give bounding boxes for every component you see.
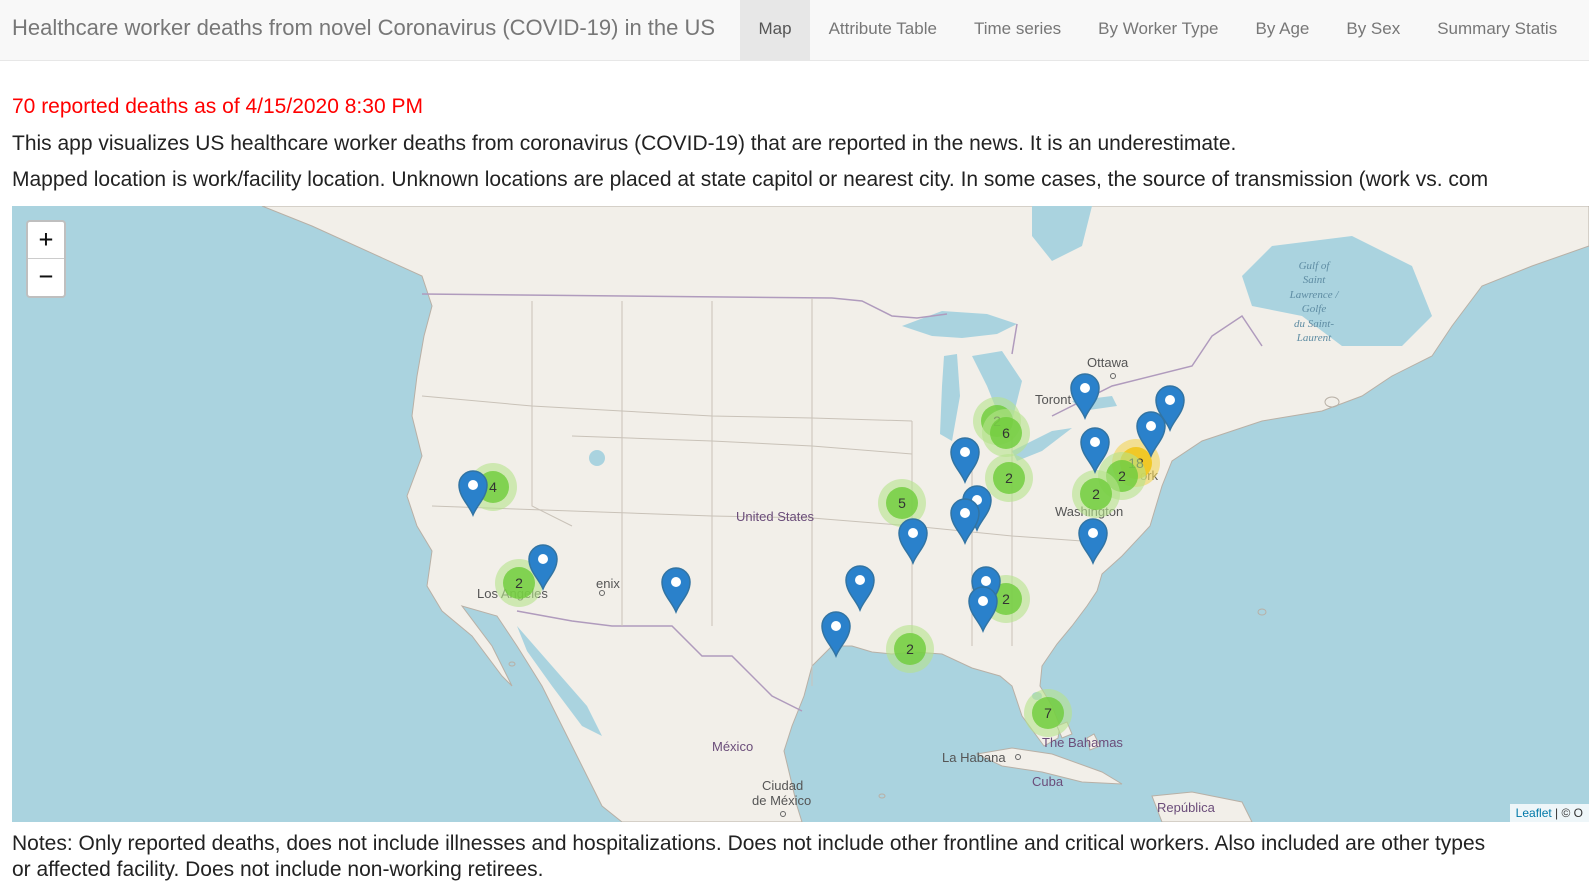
zoom-control: + − xyxy=(26,220,66,298)
label-ottawa: Ottawa xyxy=(1087,355,1129,370)
tab-map[interactable]: Map xyxy=(740,0,811,60)
tab-attribute-table[interactable]: Attribute Table xyxy=(810,0,955,60)
svg-text:2: 2 xyxy=(1118,468,1126,484)
tab-by-sex[interactable]: By Sex xyxy=(1328,0,1419,60)
svg-text:7: 7 xyxy=(1044,705,1052,721)
attribution-copyright: | © O xyxy=(1551,806,1583,820)
label-bahamas: The Bahamas xyxy=(1042,735,1123,750)
label-gulf-3: Lawrence / xyxy=(1289,289,1340,301)
label-cuba: Cuba xyxy=(1032,774,1064,789)
label-republica: República xyxy=(1157,800,1216,815)
tab-by-age[interactable]: By Age xyxy=(1237,0,1328,60)
app-title[interactable]: Healthcare worker deaths from novel Coro… xyxy=(12,15,715,41)
svg-text:2: 2 xyxy=(1092,486,1100,502)
notes-text: Notes: Only reported deaths, does not in… xyxy=(12,832,1486,855)
label-united-states: United States xyxy=(736,509,815,524)
label-de-mexico: de México xyxy=(752,793,811,808)
cluster-florida[interactable]: 7 xyxy=(1024,689,1072,737)
svg-text:2: 2 xyxy=(515,575,523,591)
deaths-count-alert: 70 reported deaths as of 4/15/2020 8:30 … xyxy=(12,95,423,118)
leaflet-map[interactable]: Ottawa Toront ork Washington United Stat… xyxy=(12,206,1589,822)
cluster-maryland[interactable]: 2 xyxy=(1072,470,1120,518)
label-gulf-2: Saint xyxy=(1303,274,1327,286)
leaflet-link[interactable]: Leaflet xyxy=(1516,806,1552,820)
svg-text:2: 2 xyxy=(1002,591,1010,607)
notes-text-continued: or affected facility. Does not include n… xyxy=(12,858,544,881)
svg-text:2: 2 xyxy=(906,641,914,657)
nav-tabs: Map Attribute Table Time series By Worke… xyxy=(740,0,1576,60)
mapped-location-note: Mapped location is work/facility locatio… xyxy=(12,168,1489,191)
tab-by-worker-type[interactable]: By Worker Type xyxy=(1080,0,1237,60)
tab-time-series[interactable]: Time series xyxy=(955,0,1079,60)
map-tiles: Ottawa Toront ork Washington United Stat… xyxy=(261,206,1589,822)
label-gulf-4: Golfe xyxy=(1302,303,1327,315)
svg-text:5: 5 xyxy=(898,495,906,511)
tab-summary-statistics[interactable]: Summary Statis xyxy=(1419,0,1576,60)
svg-text:6: 6 xyxy=(1002,425,1010,441)
label-ciudad: Ciudad xyxy=(762,778,803,793)
map-attribution: Leaflet | © O xyxy=(1509,804,1589,822)
label-gulf-5: du Saint- xyxy=(1294,318,1334,330)
zoom-in-button[interactable]: + xyxy=(28,222,64,258)
island-3 xyxy=(878,793,886,799)
cluster-new-orleans[interactable]: 2 xyxy=(886,625,934,673)
svg-text:4: 4 xyxy=(489,479,497,495)
navbar: Healthcare worker deaths from novel Coro… xyxy=(0,0,1589,61)
label-phoenix: enix xyxy=(596,576,620,591)
zoom-out-button[interactable]: − xyxy=(28,258,64,295)
svg-text:2: 2 xyxy=(1005,470,1013,486)
island-4 xyxy=(508,661,516,667)
cluster-michigan-b[interactable]: 6 xyxy=(982,409,1030,457)
app-description: This app visualizes US healthcare worker… xyxy=(12,132,1237,155)
great-salt-lake xyxy=(589,450,605,466)
label-toronto: Toront xyxy=(1035,392,1072,407)
label-la-habana: La Habana xyxy=(942,750,1006,765)
island-2 xyxy=(1257,608,1267,616)
label-gulf-6: Laurent xyxy=(1296,332,1332,344)
label-gulf-1: Gulf of xyxy=(1299,260,1332,272)
cluster-ohio[interactable]: 2 xyxy=(985,454,1033,502)
label-mexico: México xyxy=(712,739,753,754)
